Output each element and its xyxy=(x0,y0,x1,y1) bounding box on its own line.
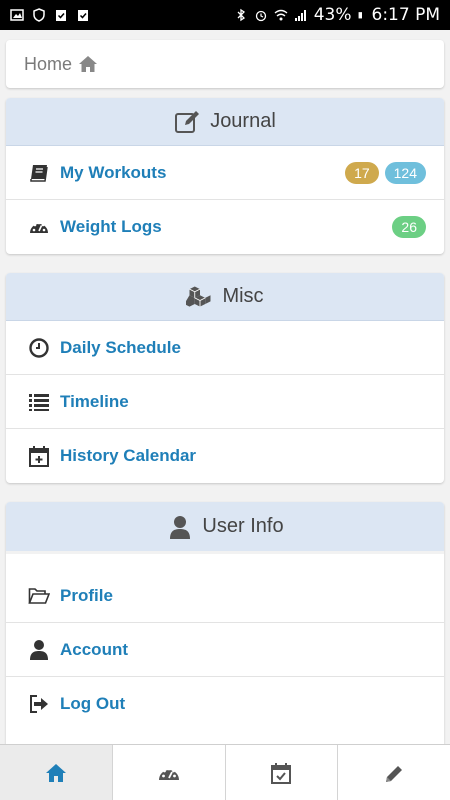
menu-item-label: Weight Logs xyxy=(60,217,162,236)
status-bar: 43% 6:17 PM xyxy=(0,0,450,30)
misc-header: Misc xyxy=(6,273,444,321)
tab-weight[interactable] xyxy=(113,745,226,800)
cubes-icon xyxy=(186,286,211,307)
menu-item-label: Account xyxy=(60,639,128,659)
misc-title: Misc xyxy=(222,285,264,307)
home-icon xyxy=(45,763,66,782)
speedometer-icon xyxy=(158,767,179,780)
battery-icon xyxy=(358,12,362,19)
menu-item-my-workouts[interactable]: My Workouts 17 124 xyxy=(6,146,444,200)
breadcrumb-home-label: Home xyxy=(24,53,73,74)
home-icon xyxy=(79,56,98,72)
menu-item-label: Log Out xyxy=(60,694,126,713)
journal-header: Journal xyxy=(6,98,444,146)
clock-icon xyxy=(28,337,50,359)
calendar-check-icon xyxy=(271,762,292,784)
menu-item-label: Profile xyxy=(60,585,113,605)
menu-item-label: Timeline xyxy=(60,391,129,411)
shield-icon xyxy=(33,8,45,22)
main-content: Home Journal My Workouts 17 124 Weight L… xyxy=(0,30,450,767)
count-badge: 124 xyxy=(384,161,426,184)
menu-item-daily-schedule[interactable]: Daily Schedule xyxy=(6,321,444,375)
clock-time: 6:17 PM xyxy=(371,5,441,25)
wifi-icon xyxy=(274,9,288,21)
journal-panel: Journal My Workouts 17 124 Weight Logs 2… xyxy=(6,98,444,254)
system-icons: 43% 6:17 PM xyxy=(234,5,440,25)
list-icon xyxy=(28,391,50,413)
user-info-panel: User Info Profile Account Log Out xyxy=(6,502,444,767)
book-icon xyxy=(28,162,50,184)
signal-icon xyxy=(294,10,306,21)
clipboard-check-icon xyxy=(78,10,88,21)
bluetooth-icon xyxy=(237,8,245,22)
image-icon xyxy=(10,9,24,21)
user-icon xyxy=(170,515,191,539)
folder-open-icon xyxy=(28,585,50,607)
tab-edit[interactable] xyxy=(338,745,450,800)
tab-home[interactable] xyxy=(0,745,113,800)
menu-item-log-out[interactable]: Log Out xyxy=(6,677,444,731)
user-info-title: User Info xyxy=(202,515,284,537)
menu-item-history-calendar[interactable]: History Calendar xyxy=(6,429,444,483)
menu-item-weight-logs[interactable]: Weight Logs 26 xyxy=(6,200,444,254)
edit-icon xyxy=(175,110,200,133)
speedometer-icon xyxy=(28,216,50,238)
menu-item-timeline[interactable]: Timeline xyxy=(6,375,444,429)
user-info-header: User Info xyxy=(6,502,444,554)
menu-item-label: History Calendar xyxy=(60,446,197,465)
alarm-icon xyxy=(255,10,266,22)
menu-item-label: My Workouts xyxy=(60,162,167,182)
count-badge: 26 xyxy=(392,216,426,238)
misc-panel: Misc Daily Schedule Timeline History Cal… xyxy=(6,273,444,483)
breadcrumb[interactable]: Home xyxy=(6,40,444,88)
clipboard-check-icon xyxy=(56,10,66,21)
notification-icons xyxy=(10,8,90,22)
menu-item-label: Daily Schedule xyxy=(60,337,181,357)
pencil-icon xyxy=(386,765,403,782)
menu-item-profile[interactable]: Profile xyxy=(6,569,444,623)
calendar-plus-icon xyxy=(28,445,50,467)
user-icon xyxy=(28,639,50,661)
sign-out-icon xyxy=(28,693,50,715)
tab-schedule[interactable] xyxy=(226,745,339,800)
battery-percent: 43% xyxy=(313,5,352,25)
menu-item-account[interactable]: Account xyxy=(6,623,444,677)
badge-group: 17 124 xyxy=(345,161,426,184)
badge-group: 26 xyxy=(392,216,426,238)
bottom-tab-bar xyxy=(0,744,450,800)
count-badge: 17 xyxy=(345,161,379,184)
journal-title: Journal xyxy=(210,110,276,132)
